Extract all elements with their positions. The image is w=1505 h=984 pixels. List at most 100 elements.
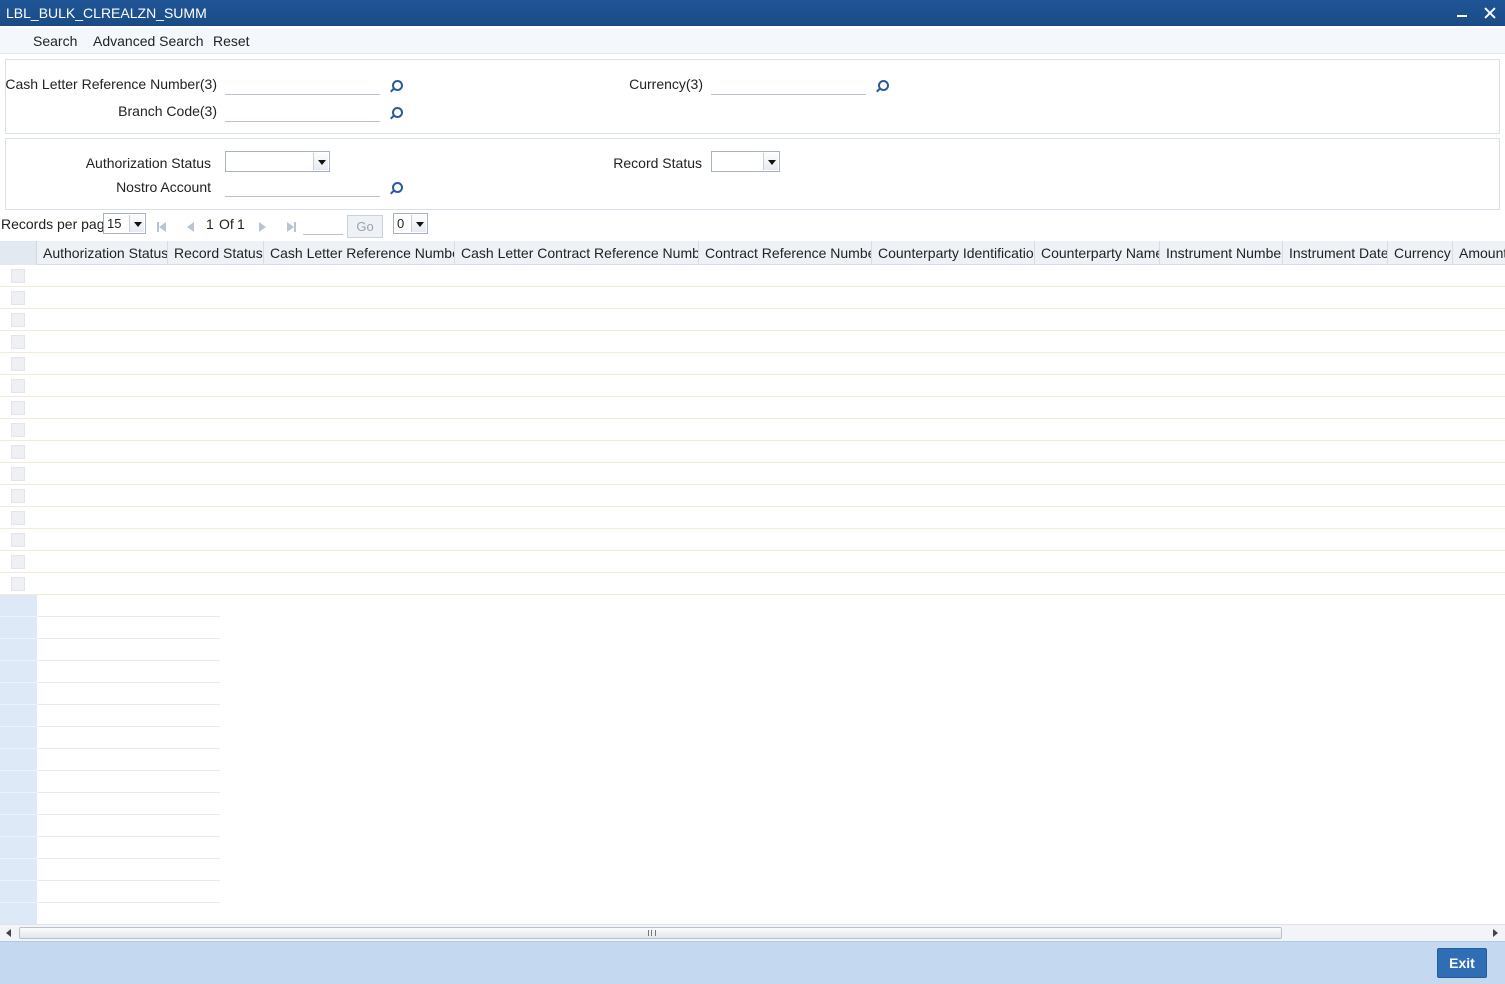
column-header-contract-reference-number[interactable]: Contract Reference Number [699, 241, 872, 265]
column-select[interactable]: 0 [393, 213, 428, 234]
row-select-checkbox[interactable] [11, 313, 25, 327]
row-gutter [0, 661, 37, 683]
column-header-instrument-date[interactable]: Instrument Date [1283, 241, 1388, 265]
first-page-icon[interactable] [156, 221, 168, 233]
chevron-down-icon [313, 153, 328, 170]
row-select-checkbox[interactable] [11, 533, 25, 547]
next-page-icon[interactable] [256, 221, 268, 233]
last-page-icon[interactable] [284, 221, 296, 233]
empty-row [0, 903, 220, 924]
records-per-page-value: 15 [107, 216, 122, 231]
advanced-search-button[interactable]: Advanced Search [93, 33, 204, 49]
row-select-checkbox[interactable] [11, 357, 25, 371]
row-select-checkbox[interactable] [11, 445, 25, 459]
branch-code-input[interactable] [225, 102, 380, 122]
row-select-checkbox[interactable] [11, 467, 25, 481]
table-row[interactable] [0, 463, 1505, 485]
branch-code-label: Branch Code(3) [118, 103, 217, 119]
chevron-down-icon [411, 215, 426, 232]
goto-page-input[interactable] [303, 215, 343, 235]
row-select-checkbox[interactable] [11, 291, 25, 305]
record-status-select[interactable] [711, 151, 780, 172]
nostro-account-search-icon[interactable] [389, 181, 403, 195]
scroll-right-icon[interactable] [1491, 929, 1499, 937]
search-button[interactable]: Search [33, 33, 77, 49]
table-row[interactable] [0, 529, 1505, 551]
table-row[interactable] [0, 353, 1505, 375]
row-gutter [0, 815, 37, 837]
search-criteria-panel: Cash Letter Reference Number(3) Currency… [5, 59, 1500, 134]
records-per-page-select[interactable]: 15 [103, 213, 146, 234]
row-gutter [0, 639, 37, 661]
row-select-checkbox[interactable] [11, 401, 25, 415]
column-header-amount[interactable]: Amount [1453, 241, 1505, 265]
row-select-checkbox[interactable] [11, 379, 25, 393]
table-row[interactable] [0, 331, 1505, 353]
close-icon[interactable] [1483, 6, 1497, 20]
branch-code-search-icon[interactable] [389, 106, 403, 120]
row-select-checkbox[interactable] [11, 269, 25, 283]
row-gutter [0, 881, 37, 903]
empty-row [0, 639, 220, 661]
empty-row [0, 683, 220, 705]
table-row[interactable] [0, 441, 1505, 463]
row-select-checkbox[interactable] [11, 577, 25, 591]
nostro-account-label: Nostro Account [116, 179, 211, 195]
table-row[interactable] [0, 309, 1505, 331]
scrollbar-thumb[interactable] [19, 927, 1282, 939]
currency-input[interactable] [711, 75, 866, 95]
horizontal-scrollbar[interactable] [0, 924, 1505, 941]
row-gutter [0, 749, 37, 771]
page-current: 1 [206, 216, 214, 232]
scroll-left-icon[interactable] [5, 929, 13, 937]
column-header-authorization-status[interactable]: Authorization Status [37, 241, 168, 265]
column-header-cash-letter-reference-number[interactable]: Cash Letter Reference Number [264, 241, 455, 265]
window-title: LBL_BULK_CLREALZN_SUMM [6, 5, 207, 21]
select-all-cell[interactable] [0, 241, 37, 265]
toolbar: Search Advanced Search Reset [0, 28, 1505, 54]
column-header-counterparty-name[interactable]: Counterparty Name [1035, 241, 1160, 265]
empty-row [0, 771, 220, 793]
authorization-status-label: Authorization Status [85, 155, 211, 171]
footer-bar: Exit [0, 941, 1505, 984]
go-button[interactable]: Go [347, 215, 383, 238]
row-gutter [0, 617, 37, 639]
nostro-account-input[interactable] [225, 177, 380, 197]
column-header-currency[interactable]: Currency [1388, 241, 1453, 265]
table-row[interactable] [0, 375, 1505, 397]
row-select-checkbox[interactable] [11, 555, 25, 569]
column-header-counterparty-identification[interactable]: Counterparty Identification [872, 241, 1035, 265]
authorization-status-select[interactable] [225, 151, 330, 172]
currency-search-icon[interactable] [875, 79, 889, 93]
table-row[interactable] [0, 485, 1505, 507]
grid-header: Authorization Status Record Status Cash … [0, 241, 1505, 265]
column-header-instrument-number[interactable]: Instrument Number [1160, 241, 1283, 265]
row-gutter [0, 859, 37, 881]
empty-row [0, 595, 220, 617]
cash-letter-ref-label: Cash Letter Reference Number(3) [5, 76, 217, 92]
table-row[interactable] [0, 397, 1505, 419]
table-row[interactable] [0, 551, 1505, 573]
table-row[interactable] [0, 573, 1505, 595]
cash-letter-ref-input[interactable] [225, 75, 380, 95]
previous-page-icon[interactable] [184, 221, 196, 233]
empty-row [0, 837, 220, 859]
table-row[interactable] [0, 287, 1505, 309]
minimize-icon[interactable] [1455, 6, 1469, 20]
row-select-checkbox[interactable] [11, 511, 25, 525]
exit-button[interactable]: Exit [1437, 948, 1487, 978]
column-header-record-status[interactable]: Record Status [168, 241, 264, 265]
cash-letter-ref-search-icon[interactable] [389, 79, 403, 93]
row-select-checkbox[interactable] [11, 489, 25, 503]
column-header-cash-letter-contract-reference-number[interactable]: Cash Letter Contract Reference Number [455, 241, 699, 265]
row-gutter [0, 771, 37, 793]
reset-button[interactable]: Reset [213, 33, 250, 49]
table-row[interactable] [0, 265, 1505, 287]
row-select-checkbox[interactable] [11, 335, 25, 349]
table-row[interactable] [0, 507, 1505, 529]
empty-row [0, 881, 220, 903]
row-gutter [0, 837, 37, 859]
empty-row [0, 727, 220, 749]
table-row[interactable] [0, 419, 1505, 441]
row-select-checkbox[interactable] [11, 423, 25, 437]
